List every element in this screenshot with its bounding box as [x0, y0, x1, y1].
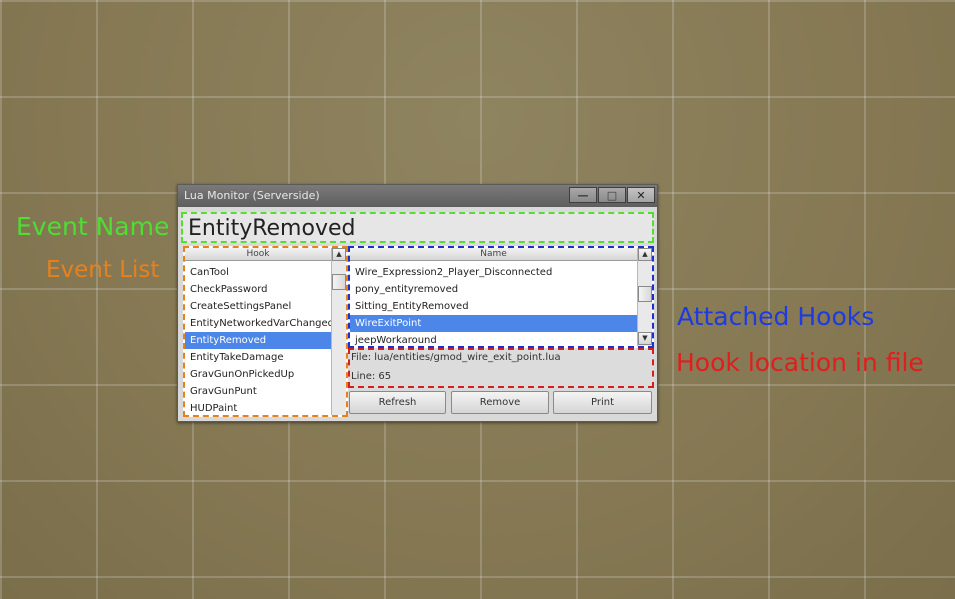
- event-list-row[interactable]: GravGunOnPickedUp: [185, 366, 331, 383]
- event-list-row[interactable]: EntityTakeDamage: [185, 349, 331, 366]
- maximize-icon: □: [606, 188, 618, 202]
- event-list-row[interactable]: CheckPassword: [185, 281, 331, 298]
- scroll-thumb[interactable]: [638, 286, 652, 302]
- title-bar[interactable]: Lua Monitor (Serverside) — □ ✕: [178, 185, 657, 207]
- scroll-thumb[interactable]: [332, 274, 346, 290]
- event-list: Hook CanTool CheckPassword CreateSettingsP…: [183, 246, 348, 417]
- event-list-scrollbar[interactable]: ▲: [331, 248, 346, 415]
- window-controls: — □ ✕: [568, 187, 655, 203]
- event-list-row[interactable]: CreateSettingsPanel: [185, 298, 331, 315]
- attached-hook-row-selected[interactable]: WireExitPoint: [350, 315, 637, 332]
- attached-hook-row[interactable]: Sitting_EntityRemoved: [350, 298, 637, 315]
- attached-hook-row[interactable]: jeepWorkaround: [350, 332, 637, 346]
- attached-hook-row[interactable]: pony_entityremoved: [350, 281, 637, 298]
- attached-hook-row[interactable]: Wire_Expression2_Player_Disconnected: [350, 264, 637, 281]
- scroll-up-icon: ▲: [642, 250, 648, 258]
- scroll-up-button[interactable]: ▲: [638, 248, 652, 261]
- scroll-up-icon: ▲: [336, 250, 342, 258]
- scroll-up-button[interactable]: ▲: [332, 248, 346, 261]
- maximize-button[interactable]: □: [598, 187, 626, 203]
- attached-hooks-scrollbar[interactable]: ▲ ▼: [637, 248, 652, 346]
- annotation-event-name: Event Name: [16, 212, 170, 241]
- hook-location-panel: File: lua/entities/gmod_wire_exit_point.…: [348, 348, 654, 388]
- event-list-row-selected[interactable]: EntityRemoved: [185, 332, 331, 349]
- refresh-button[interactable]: Refresh: [349, 391, 446, 414]
- close-button[interactable]: ✕: [627, 187, 655, 203]
- window-title: Lua Monitor (Serverside): [184, 189, 320, 202]
- scroll-down-button[interactable]: ▼: [638, 332, 652, 345]
- annotation-event-list: Event List: [46, 257, 160, 283]
- event-list-row[interactable]: EntityNetworkedVarChanged: [185, 315, 331, 332]
- annotation-attached-hooks: Attached Hooks: [677, 302, 875, 331]
- attached-hooks-list: Name Wire_Expression2_Player_Disconnecte…: [348, 246, 654, 348]
- minimize-button[interactable]: —: [569, 187, 597, 203]
- attached-hooks-rows: Wire_Expression2_Player_Disconnected pony…: [350, 264, 637, 346]
- lua-monitor-window: Lua Monitor (Serverside) — □ ✕ EntityRem…: [177, 184, 658, 422]
- event-name-text: EntityRemoved: [188, 216, 356, 241]
- scroll-down-icon: ▼: [642, 334, 648, 342]
- event-name-field: EntityRemoved: [181, 212, 654, 243]
- file-path-label: File: lua/entities/gmod_wire_exit_point.…: [351, 352, 561, 363]
- hook-column-header[interactable]: Hook: [185, 248, 331, 261]
- annotation-hook-location: Hook location in file: [676, 348, 924, 377]
- close-icon: ✕: [636, 188, 646, 202]
- event-list-row[interactable]: GravGunPunt: [185, 383, 331, 400]
- event-list-row[interactable]: CanTool: [185, 264, 331, 281]
- minimize-icon: —: [577, 188, 589, 202]
- event-list-rows: CanTool CheckPassword CreateSettingsPanel E…: [185, 264, 331, 415]
- name-column-header[interactable]: Name: [350, 248, 637, 261]
- event-list-row[interactable]: HUDPaint: [185, 400, 331, 415]
- print-button[interactable]: Print: [553, 391, 652, 414]
- line-number-label: Line: 65: [351, 371, 392, 382]
- remove-button[interactable]: Remove: [451, 391, 549, 414]
